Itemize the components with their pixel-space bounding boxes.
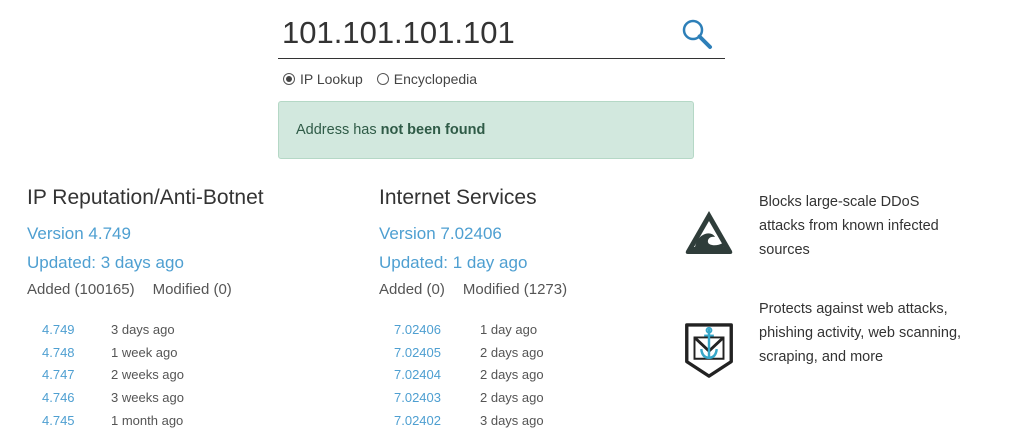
search-button[interactable] bbox=[679, 16, 715, 52]
added-count: Added (0) bbox=[379, 281, 445, 298]
version-age: 3 days ago bbox=[111, 321, 175, 337]
version-number-link[interactable]: 4.745 bbox=[42, 413, 111, 428]
version-age: 2 days ago bbox=[480, 367, 544, 383]
list-item: 4.748 1 week ago bbox=[42, 341, 184, 364]
section-title: IP Reputation/Anti-Botnet bbox=[27, 186, 264, 209]
change-counts: Added (100165) Modified (0) bbox=[27, 281, 264, 298]
version-age: 1 week ago bbox=[111, 344, 178, 360]
version-age: 3 weeks ago bbox=[111, 389, 184, 405]
notice-text: Address has bbox=[296, 122, 377, 138]
version-link[interactable]: Version 7.02406 bbox=[379, 224, 567, 244]
list-item: 4.745 1 month ago bbox=[42, 409, 184, 432]
version-age: 1 month ago bbox=[111, 412, 184, 428]
updated-link[interactable]: Updated: 1 day ago bbox=[379, 253, 567, 273]
radio-checked-icon bbox=[283, 73, 295, 85]
version-age: 1 day ago bbox=[480, 321, 538, 337]
search-input[interactable] bbox=[282, 14, 662, 52]
radio-unchecked-icon bbox=[376, 73, 389, 85]
version-age: 3 days ago bbox=[480, 412, 544, 428]
version-number-link[interactable]: 4.747 bbox=[42, 367, 111, 382]
list-item: 7.02404 2 days ago bbox=[394, 363, 544, 386]
version-age: 2 days ago bbox=[480, 389, 544, 405]
shield-anchor-mail-icon bbox=[685, 323, 733, 378]
section-title: Internet Services bbox=[379, 186, 537, 209]
list-item: 4.749 3 days ago bbox=[42, 318, 184, 341]
updated-link[interactable]: Updated: 3 days ago bbox=[27, 253, 264, 273]
result-notice: Address has not been found bbox=[278, 101, 694, 159]
version-number-link[interactable]: 4.749 bbox=[42, 322, 111, 337]
feature-description: Protects against web attacks, phishing a… bbox=[759, 301, 962, 365]
version-number-link[interactable]: 4.748 bbox=[42, 345, 111, 360]
version-number-link[interactable]: 4.746 bbox=[42, 390, 111, 405]
ip-reputation-history: 4.749 3 days ago 4.748 1 week ago 4.747 2 w… bbox=[42, 318, 184, 431]
ip-lookup-radio[interactable]: IP Lookup bbox=[283, 71, 363, 87]
feature-description: Blocks large-scale DDoS attacks from kno… bbox=[759, 194, 939, 258]
ip-reputation-section: IP Reputation/Anti-Botnet Version 4.749 … bbox=[27, 186, 264, 298]
list-item: 4.747 2 weeks ago bbox=[42, 363, 184, 386]
version-number-link[interactable]: 7.02404 bbox=[394, 367, 480, 382]
version-number-link[interactable]: 7.02402 bbox=[394, 413, 480, 428]
radio-label: Encyclopedia bbox=[393, 71, 478, 87]
list-item: 4.746 3 weeks ago bbox=[42, 386, 184, 409]
list-item: 7.02403 2 days ago bbox=[394, 386, 544, 409]
change-counts: Added (0) Modified (1273) bbox=[379, 281, 567, 298]
internet-services-history: 7.02406 1 day ago 7.02405 2 days ago 7.024… bbox=[394, 318, 544, 431]
version-number-link[interactable]: 7.02403 bbox=[394, 390, 480, 405]
modified-count: Modified (1273) bbox=[462, 281, 568, 298]
feature-web-protection: Protects against web attacks, phishing a… bbox=[683, 301, 961, 380]
version-age: 2 days ago bbox=[480, 344, 544, 360]
radio-label: IP Lookup bbox=[300, 71, 363, 87]
version-number-link[interactable]: 7.02405 bbox=[394, 345, 480, 360]
internet-services-section: Internet Services Version 7.02406 Update… bbox=[379, 186, 567, 298]
version-number-link[interactable]: 7.02406 bbox=[394, 322, 480, 337]
list-item: 7.02406 1 day ago bbox=[394, 318, 544, 341]
search-icon bbox=[682, 19, 712, 49]
search-mode-options: IP Lookup Encyclopedia bbox=[283, 71, 477, 87]
notice-emphasis: not been found bbox=[380, 122, 486, 138]
list-item: 7.02405 2 days ago bbox=[394, 341, 544, 364]
search-bar bbox=[278, 10, 725, 59]
wave-warning-icon bbox=[685, 211, 733, 254]
version-age: 2 weeks ago bbox=[111, 367, 184, 383]
modified-count: Modified (0) bbox=[152, 281, 232, 298]
version-link[interactable]: Version 4.749 bbox=[27, 224, 264, 244]
feature-ddos: Blocks large-scale DDoS attacks from kno… bbox=[683, 194, 939, 262]
encyclopedia-radio[interactable]: Encyclopedia bbox=[376, 71, 478, 87]
added-count: Added (100165) bbox=[27, 281, 135, 298]
list-item: 7.02402 3 days ago bbox=[394, 409, 544, 432]
